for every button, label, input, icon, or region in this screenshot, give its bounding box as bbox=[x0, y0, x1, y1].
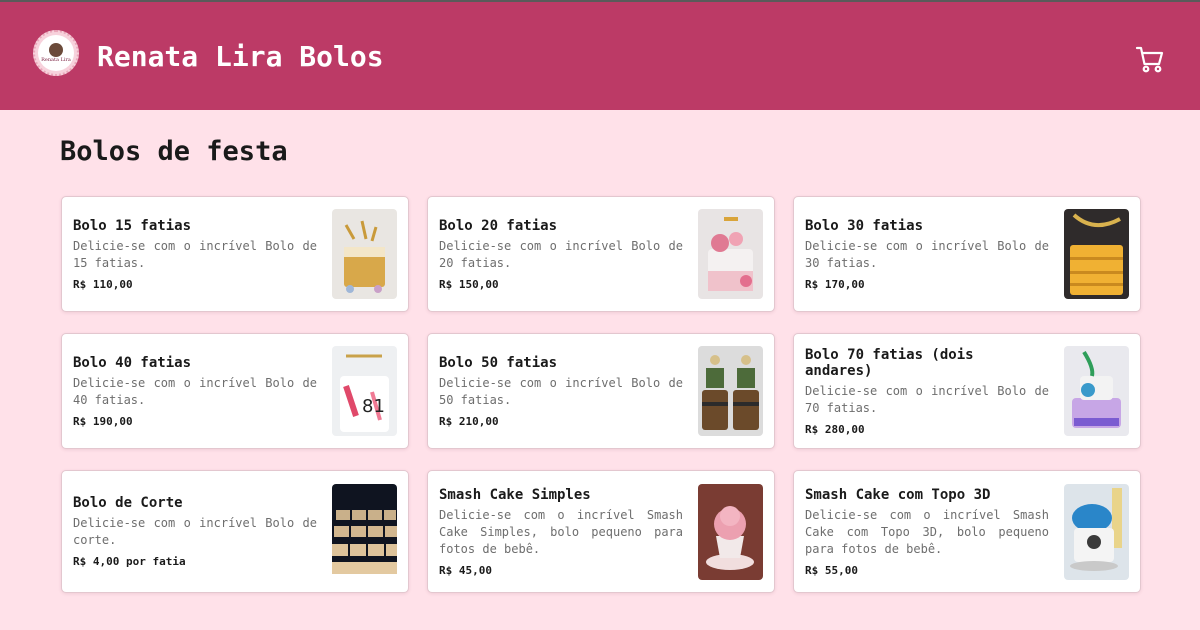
product-title: Smash Cake Simples bbox=[439, 486, 591, 503]
cupcake-smash-photo bbox=[698, 484, 763, 580]
product-info: Bolo 40 fatias Delicie-se com o incrível … bbox=[73, 334, 317, 448]
product-card[interactable]: Bolo de Corte Delicie-se com o incrível B… bbox=[61, 470, 409, 593]
svg-text:81: 81 bbox=[362, 396, 385, 417]
product-title: Bolo 30 fatias bbox=[805, 217, 924, 234]
product-title: Bolo 50 fatias bbox=[439, 354, 558, 371]
product-card[interactable]: Bolo 40 fatias Delicie-se com o incrível … bbox=[61, 333, 409, 449]
product-title: Bolo 15 fatias bbox=[73, 217, 192, 234]
sliced-cake-trays-photo bbox=[332, 484, 397, 580]
product-price: R$ 110,00 bbox=[73, 277, 133, 291]
product-description: Delicie-se com o incrível Smash Cake com… bbox=[805, 507, 1049, 556]
product-price: R$ 55,00 bbox=[805, 563, 858, 577]
product-title: Bolo de Corte bbox=[73, 495, 183, 511]
product-card[interactable]: Bolo 70 fatias (dois andares) Delicie-se … bbox=[793, 333, 1141, 449]
product-title: Bolo 70 fatias (dois andares) bbox=[805, 346, 974, 379]
product-description: Delicie-se com o incrível Bolo de 70 fat… bbox=[805, 383, 1049, 415]
product-info: Bolo 20 fatias Delicie-se com o incrível … bbox=[439, 197, 683, 311]
product-price: R$ 150,00 bbox=[439, 277, 499, 291]
product-title: Bolo 20 fatias bbox=[439, 217, 558, 234]
gold-striped-cake-photo bbox=[1064, 209, 1129, 299]
section-title: Bolos de festa bbox=[60, 136, 288, 167]
product-title: Bolo 40 fatias bbox=[73, 354, 192, 371]
product-info: Bolo 30 fatias Delicie-se com o incrível … bbox=[805, 197, 1049, 311]
logo-figure-icon bbox=[49, 43, 63, 57]
product-description: Delicie-se com o incrível Bolo de 15 fat… bbox=[73, 238, 317, 270]
product-price: R$ 4,00 por fatia bbox=[73, 555, 186, 568]
gold-drip-cake-photo bbox=[332, 209, 397, 299]
brand-title[interactable]: Renata Lira Bolos bbox=[97, 40, 384, 73]
product-price: R$ 170,00 bbox=[805, 277, 865, 291]
brand-logo[interactable]: Renata Lira bbox=[33, 30, 79, 76]
pink-flower-cake-photo bbox=[698, 209, 763, 299]
product-price: R$ 45,00 bbox=[439, 563, 492, 577]
product-description: Delicie-se com o incrível Bolo de 50 fat… bbox=[439, 375, 683, 407]
product-info: Bolo 15 fatias Delicie-se com o incrível … bbox=[73, 197, 317, 311]
app-header: Renata Lira Renata Lira Bolos bbox=[0, 2, 1200, 110]
product-info: Bolo de Corte Delicie-se com o incrível B… bbox=[73, 471, 317, 592]
product-description: Delicie-se com o incrível Bolo de corte. bbox=[73, 516, 317, 547]
product-info: Bolo 70 fatias (dois andares) Delicie-se … bbox=[805, 334, 1049, 448]
product-description: Delicie-se com o incrível Bolo de 40 fat… bbox=[73, 375, 317, 407]
product-price: R$ 210,00 bbox=[439, 414, 499, 428]
product-price: R$ 280,00 bbox=[805, 422, 865, 436]
product-card[interactable]: Bolo 20 fatias Delicie-se com o incrível … bbox=[427, 196, 775, 312]
product-card[interactable]: Bolo 15 fatias Delicie-se com o incrível … bbox=[61, 196, 409, 312]
logo-badge: Renata Lira bbox=[38, 35, 74, 71]
product-card[interactable]: Smash Cake Simples Delicie-se com o incrí… bbox=[427, 470, 775, 593]
two-tier-cake-photo bbox=[1064, 346, 1129, 436]
barrel-cakes-photo bbox=[698, 346, 763, 436]
product-info: Bolo 50 fatias Delicie-se com o incrível … bbox=[439, 334, 683, 448]
blue-topper-cake-photo bbox=[1064, 484, 1129, 580]
product-card[interactable]: Bolo 30 fatias Delicie-se com o incrível … bbox=[793, 196, 1141, 312]
product-description: Delicie-se com o incrível Smash Cake Sim… bbox=[439, 507, 683, 556]
product-card[interactable]: Bolo 50 fatias Delicie-se com o incrível … bbox=[427, 333, 775, 449]
product-info: Smash Cake Simples Delicie-se com o incrí… bbox=[439, 471, 683, 592]
logo-text: Renata Lira bbox=[41, 57, 71, 63]
product-title: Smash Cake com Topo 3D bbox=[805, 486, 991, 503]
shopping-cart-icon[interactable] bbox=[1135, 44, 1165, 74]
product-info: Smash Cake com Topo 3D Delicie-se com o i… bbox=[805, 471, 1049, 592]
product-description: Delicie-se com o incrível Bolo de 30 fat… bbox=[805, 238, 1049, 270]
product-card[interactable]: Smash Cake com Topo 3D Delicie-se com o i… bbox=[793, 470, 1141, 593]
product-description: Delicie-se com o incrível Bolo de 20 fat… bbox=[439, 238, 683, 270]
white-pink-cake-photo: 81 bbox=[332, 346, 397, 436]
product-grid: Bolo 15 fatias Delicie-se com o incrível … bbox=[61, 196, 1141, 593]
product-price: R$ 190,00 bbox=[73, 414, 133, 428]
